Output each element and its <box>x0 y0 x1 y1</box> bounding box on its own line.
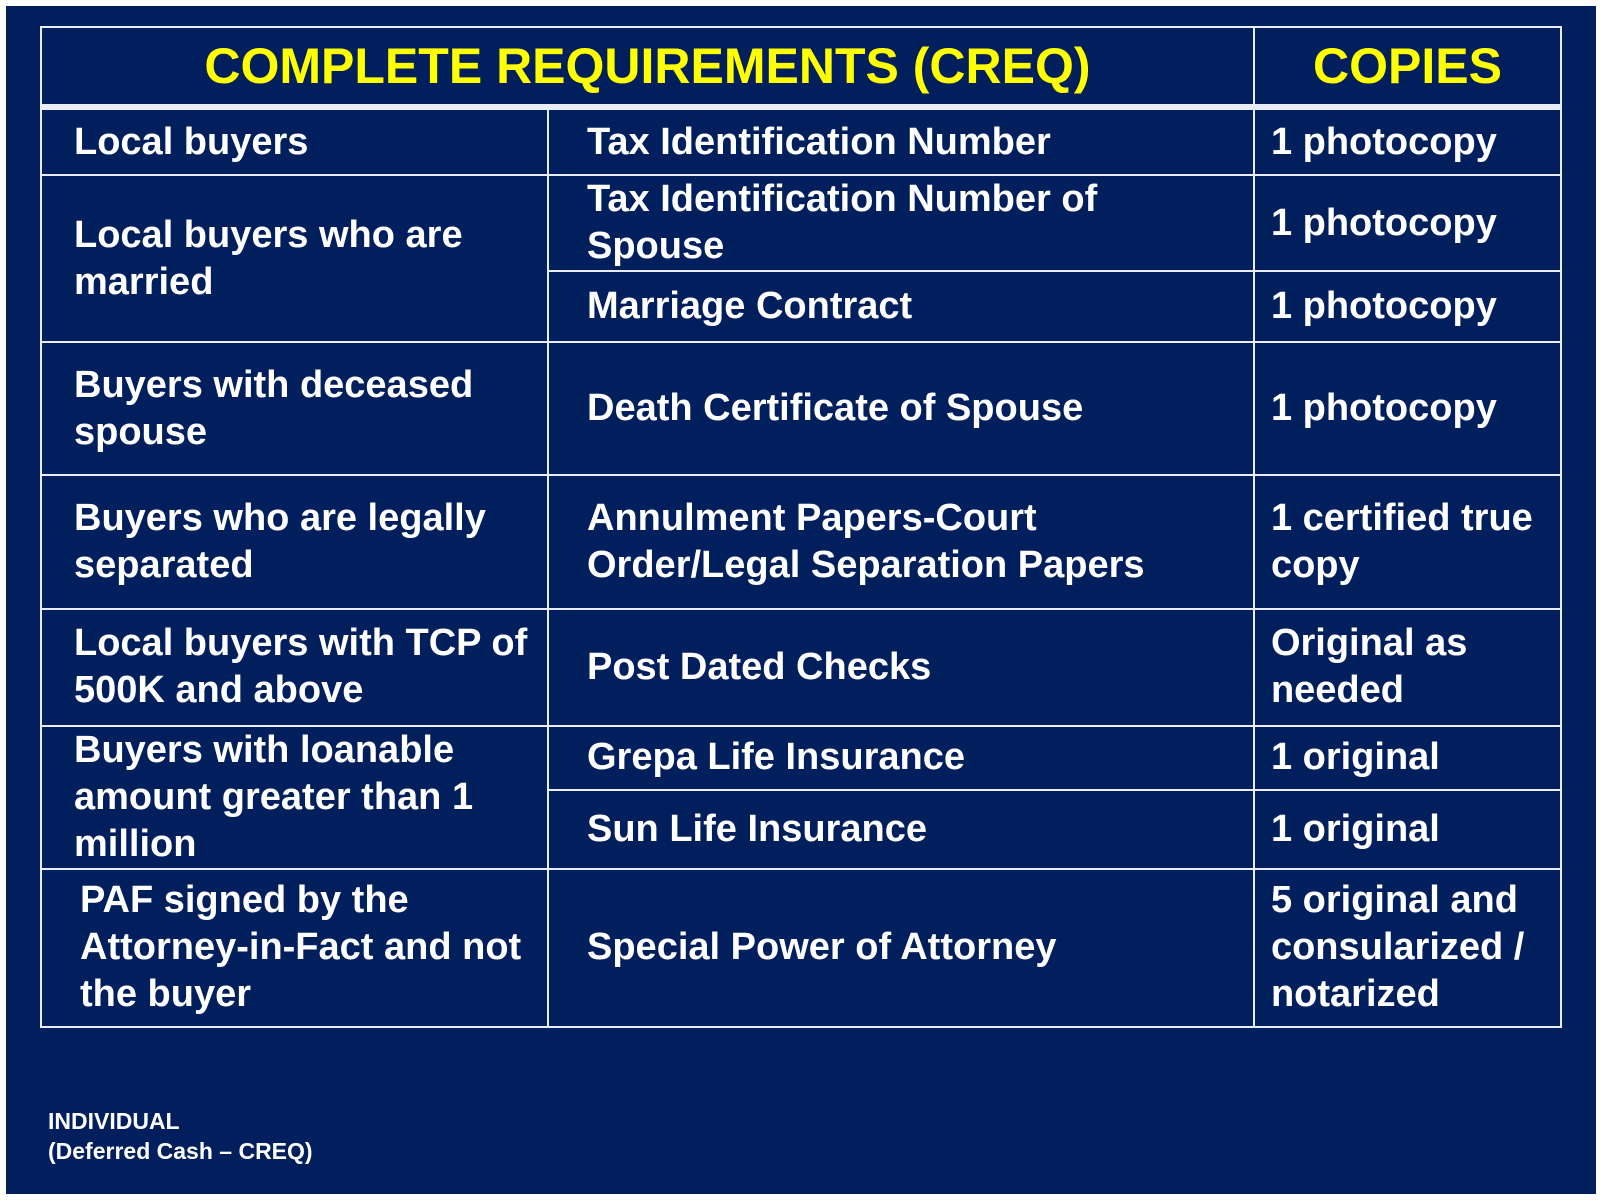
buyer-type-cell: Local buyers who are married <box>40 174 549 344</box>
table-row: Local buyers Tax Identification Number 1… <box>40 106 1563 177</box>
footer-line-deferred-cash: (Deferred Cash – CREQ) <box>48 1138 313 1164</box>
requirement-cell: Marriage Contract <box>547 270 1255 344</box>
buyer-type-cell: PAF signed by the Attorney-in-Fact and n… <box>40 867 549 1029</box>
copies-cell: 1 photocopy <box>1252 341 1563 477</box>
requirement-cell: Special Power of Attorney <box>547 867 1255 1029</box>
buyer-type-cell: Local buyers <box>40 106 549 177</box>
requirement-cell: Annulment Papers-Court Order/Legal Separ… <box>547 474 1255 610</box>
slide: COMPLETE REQUIREMENTS (CREQ) COPIES Loca… <box>6 6 1596 1194</box>
copies-cell: 1 original <box>1252 788 1563 870</box>
copies-cell: 1 photocopy <box>1252 174 1563 273</box>
header-title: COMPLETE REQUIREMENTS (CREQ) <box>40 25 1255 111</box>
table-row: Buyers who are legally separated Annulme… <box>40 474 1563 610</box>
requirement-cell: Grepa Life Insurance <box>547 724 1255 791</box>
buyer-type-cell: Buyers with loanable amount greater than… <box>40 724 549 870</box>
copies-cell: 1 certified true copy <box>1252 474 1563 610</box>
buyer-type-cell: Buyers who are legally separated <box>40 474 549 610</box>
copies-cell: Original as needed <box>1252 607 1563 727</box>
requirement-cell: Tax Identification Number of Spouse <box>547 174 1255 273</box>
buyer-type-cell: Buyers with deceased spouse <box>40 341 549 477</box>
buyer-type-cell: Local buyers with TCP of 500K and above <box>40 607 549 727</box>
requirement-cell: Tax Identification Number <box>547 106 1255 177</box>
footer-line-individual: INDIVIDUAL <box>48 1108 180 1134</box>
requirement-cell: Death Certificate of Spouse <box>547 341 1255 477</box>
table-row: Buyers with deceased spouse Death Certif… <box>40 341 1563 477</box>
table-row: Local buyers with TCP of 500K and above … <box>40 607 1563 727</box>
header-copies: COPIES <box>1252 25 1563 111</box>
footer-caption: INDIVIDUAL (Deferred Cash – CREQ) <box>48 1106 313 1166</box>
copies-cell: 5 original and consularized / notarized <box>1252 867 1563 1029</box>
table-row: PAF signed by the Attorney-in-Fact and n… <box>40 867 1563 1029</box>
requirement-cell: Sun Life Insurance <box>547 788 1255 870</box>
copies-cell: 1 photocopy <box>1252 270 1563 344</box>
table-header-row: COMPLETE REQUIREMENTS (CREQ) COPIES <box>40 25 1563 111</box>
copies-cell: 1 original <box>1252 724 1563 791</box>
requirements-table: COMPLETE REQUIREMENTS (CREQ) COPIES Loca… <box>40 25 1563 1029</box>
requirement-cell: Post Dated Checks <box>547 607 1255 727</box>
table-row: Local buyers who are married Tax Identif… <box>40 174 1563 344</box>
copies-cell: 1 photocopy <box>1252 106 1563 177</box>
table-row: Buyers with loanable amount greater than… <box>40 724 1563 870</box>
